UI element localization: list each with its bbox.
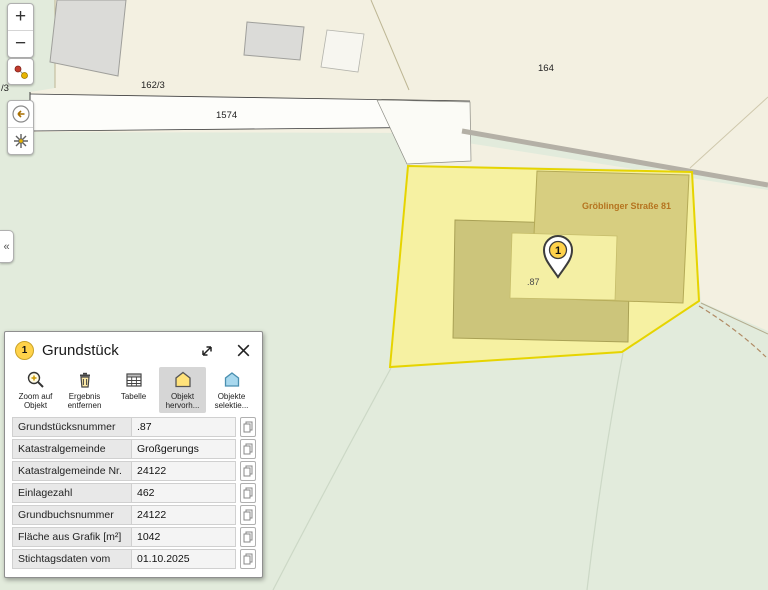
table-row: Katastralgemeinde Nr. 24122: [12, 461, 256, 481]
copy-button[interactable]: [240, 483, 256, 503]
building: [244, 22, 304, 60]
tool-label: Zoom auf Objekt: [13, 392, 58, 411]
copy-button[interactable]: [240, 461, 256, 481]
tool-label: Tabelle: [121, 392, 146, 401]
table-row: Grundstücksnummer .87: [12, 417, 256, 437]
row-label: Stichtagsdaten vom: [12, 549, 132, 569]
copy-button[interactable]: [240, 439, 256, 459]
tool-label: Objekt hervorh...: [160, 392, 205, 411]
panel-title: Grundstück: [42, 342, 190, 359]
row-value: .87: [132, 417, 236, 437]
select-objects-button[interactable]: Objekte selektie...: [208, 367, 255, 413]
zoom-control-group: + −: [7, 3, 34, 58]
nav-control-group: [7, 100, 34, 155]
zoom-to-object-button[interactable]: Zoom auf Objekt: [12, 367, 59, 413]
building: [321, 30, 364, 72]
back-arrow-icon: [11, 104, 31, 124]
marker-tool-button[interactable]: [7, 58, 34, 85]
zoom-object-icon: [26, 370, 46, 390]
row-label: Katastralgemeinde Nr.: [12, 461, 132, 481]
copy-button[interactable]: [240, 549, 256, 569]
trash-icon: [75, 370, 95, 390]
close-icon: [235, 342, 252, 359]
expand-button[interactable]: [198, 342, 216, 360]
tool-label: Ergebnis entfernen: [62, 392, 107, 411]
close-button[interactable]: [234, 342, 252, 360]
row-value: Großgerungs: [132, 439, 236, 459]
result-badge: 1: [15, 341, 34, 360]
panel-toolbar: Zoom auf Objekt Ergebnis entfernen: [5, 363, 262, 416]
star-icon: [12, 132, 30, 150]
table-button[interactable]: Tabelle: [110, 367, 157, 403]
marker-number: 1: [555, 245, 561, 257]
attribute-table: Grundstücksnummer .87 Katastralgemeinde …: [5, 416, 262, 569]
row-label: Grundstücksnummer: [12, 417, 132, 437]
row-label: Grundbuchsnummer: [12, 505, 132, 525]
tool-label: Objekte selektie...: [209, 392, 254, 411]
row-value: 24122: [132, 461, 236, 481]
map-viewer: 1 /3 162/3 1574 164 Gröblinger Straße 81…: [0, 0, 768, 590]
zoom-out-button[interactable]: −: [8, 30, 33, 57]
grundstueck-panel: 1 Grundstück: [4, 331, 263, 578]
copy-button[interactable]: [240, 417, 256, 437]
zoom-in-button[interactable]: +: [8, 4, 33, 30]
row-value: 462: [132, 483, 236, 503]
table-icon: [124, 370, 144, 390]
table-row: Stichtagsdaten vom 01.10.2025: [12, 549, 256, 569]
panel-header: 1 Grundstück: [5, 332, 262, 363]
previous-view-button[interactable]: [8, 101, 33, 127]
copy-button[interactable]: [240, 505, 256, 525]
map-tool-star-button[interactable]: [8, 127, 33, 154]
highlight-object-button[interactable]: Objekt hervorh...: [159, 367, 206, 413]
copy-button[interactable]: [240, 527, 256, 547]
remove-result-button[interactable]: Ergebnis entfernen: [61, 367, 108, 413]
table-row: Einlagezahl 462: [12, 483, 256, 503]
row-value: 24122: [132, 505, 236, 525]
sidebar-collapse-button[interactable]: «: [0, 230, 14, 263]
row-label: Einlagezahl: [12, 483, 132, 503]
highlight-object-icon: [173, 370, 193, 390]
row-value: 1042: [132, 527, 236, 547]
table-row: Fläche aus Grafik [m²] 1042: [12, 527, 256, 547]
expand-icon: [199, 343, 215, 359]
markers-icon: [12, 63, 30, 81]
table-row: Katastralgemeinde Großgerungs: [12, 439, 256, 459]
row-label: Fläche aus Grafik [m²]: [12, 527, 132, 547]
row-value: 01.10.2025: [132, 549, 236, 569]
table-row: Grundbuchsnummer 24122: [12, 505, 256, 525]
building: [50, 0, 126, 76]
select-objects-icon: [222, 370, 242, 390]
row-label: Katastralgemeinde: [12, 439, 132, 459]
